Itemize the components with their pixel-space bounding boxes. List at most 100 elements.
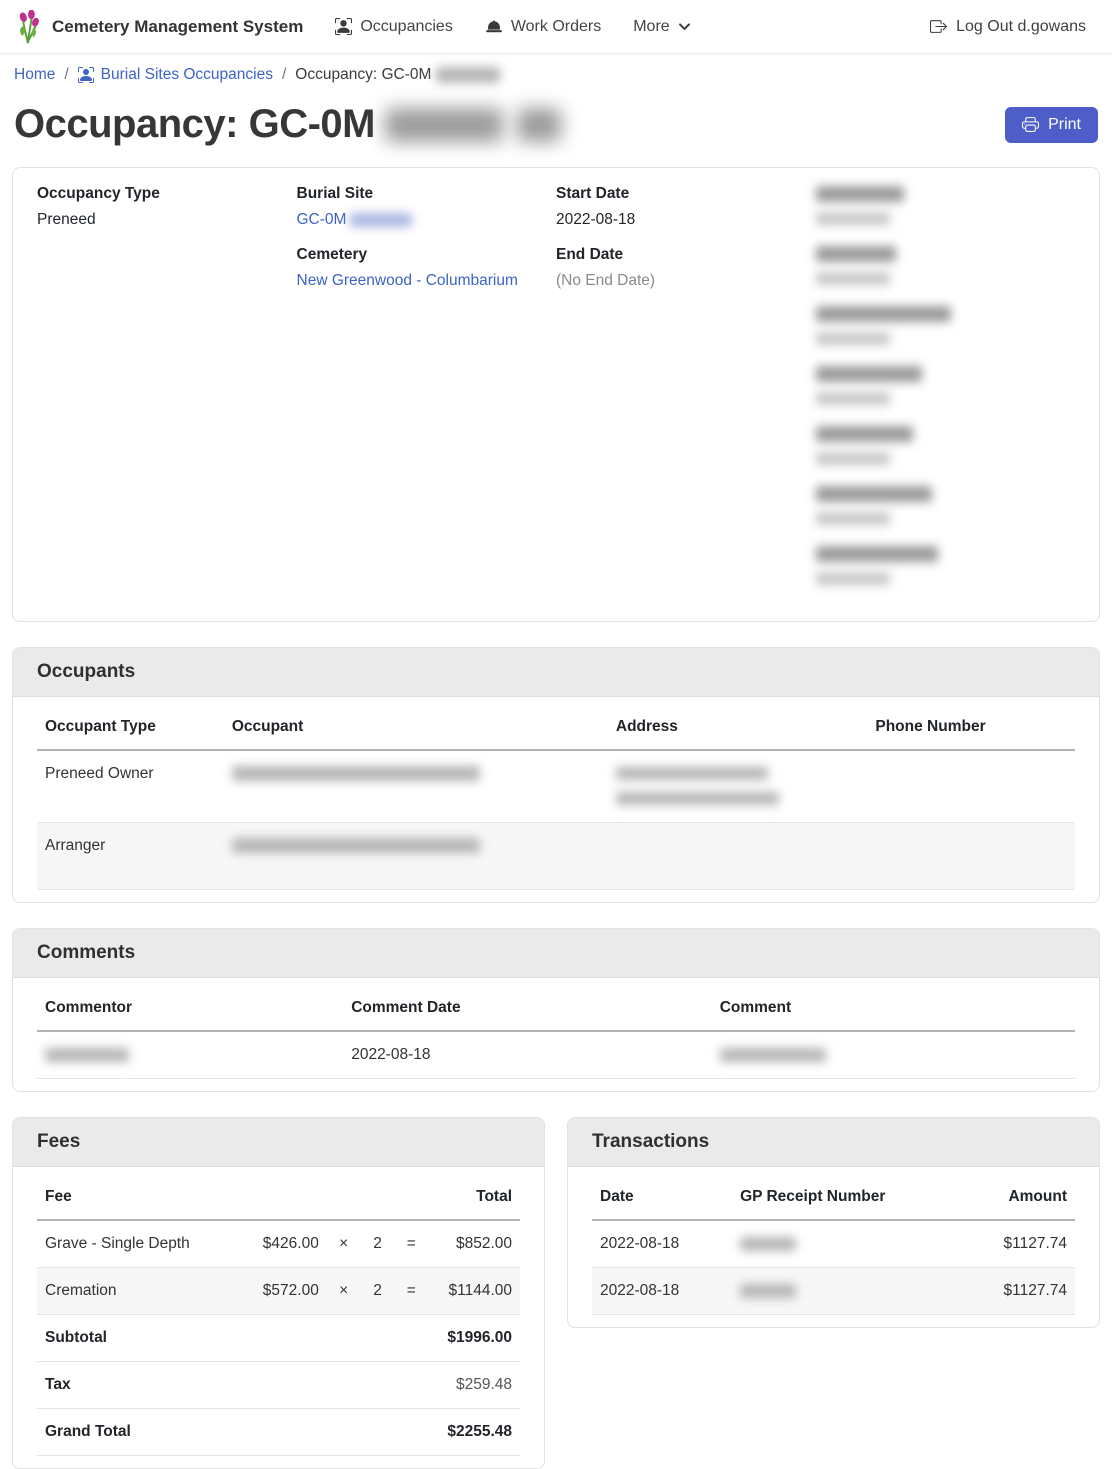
redacted-occupant-name — [232, 838, 480, 853]
redacted-value — [816, 452, 890, 465]
breadcrumb-occupancies-link[interactable]: Burial Sites Occupancies — [101, 66, 273, 84]
hard-hat-icon — [485, 18, 503, 36]
logout-icon — [930, 18, 947, 35]
redacted-text — [385, 108, 503, 142]
end-date-label: End Date — [556, 246, 816, 264]
col-header-amount: Amount — [940, 1173, 1075, 1220]
fee-equals-cell: = — [394, 1220, 428, 1268]
subtotal-row: Subtotal $1996.00 — [37, 1315, 520, 1362]
nav-item-work-orders[interactable]: Work Orders — [485, 18, 601, 36]
nav-item-more[interactable]: More — [633, 18, 690, 36]
occupancy-type-label: Occupancy Type — [37, 185, 297, 203]
breadcrumb-home-link[interactable]: Home — [14, 66, 55, 84]
transactions-section-title: Transactions — [568, 1118, 1099, 1167]
redacted-receipt-number — [740, 1237, 796, 1251]
start-date-label: Start Date — [556, 185, 816, 203]
transaction-amount-cell: $1127.74 — [940, 1220, 1075, 1268]
breadcrumb: Home / Burial Sites Occupancies / Occupa… — [12, 54, 1100, 94]
redacted-address-line — [616, 792, 779, 805]
subtotal-value: $1996.00 — [428, 1315, 520, 1362]
start-date-value: 2022-08-18 — [556, 211, 816, 229]
fees-card: Fees Fee Total Grave - Single Depth — [12, 1117, 545, 1469]
col-header-gp-receipt-number: GP Receipt Number — [732, 1173, 940, 1220]
top-navbar: Cemetery Management System Occupancies W… — [0, 0, 1112, 54]
details-col-4-redacted — [816, 185, 1076, 605]
col-header-occupant-type: Occupant Type — [37, 703, 224, 750]
redacted-value — [816, 272, 890, 285]
nav-item-occupancies[interactable]: Occupancies — [335, 18, 453, 36]
redacted-text — [350, 213, 412, 227]
fee-qty-cell: 2 — [361, 1268, 395, 1315]
person-bounding-box-icon — [78, 67, 94, 83]
transactions-table: Date GP Receipt Number Amount 2022-08-18… — [592, 1173, 1075, 1315]
details-col-3: Start Date 2022-08-18 End Date (No End D… — [556, 185, 816, 605]
fee-name-cell: Cremation — [37, 1268, 240, 1315]
fee-total-cell: $852.00 — [428, 1220, 520, 1268]
col-header-phone-number: Phone Number — [867, 703, 1075, 750]
transaction-row: 2022-08-18 $1127.74 — [592, 1220, 1075, 1268]
cemetery-link[interactable]: New Greenwood - Columbarium — [297, 272, 518, 289]
redacted-value — [816, 212, 890, 225]
redacted-comment — [720, 1048, 826, 1062]
grand-total-value: $2255.48 — [428, 1409, 520, 1456]
transaction-date-cell: 2022-08-18 — [592, 1268, 732, 1315]
fees-section-title: Fees — [13, 1118, 544, 1167]
redacted-label — [816, 366, 922, 382]
app-brand[interactable]: Cemetery Management System — [16, 10, 303, 44]
grand-total-label: Grand Total — [37, 1409, 240, 1456]
table-row: Arranger — [37, 823, 1075, 890]
tax-label: Tax — [37, 1362, 240, 1409]
comment-date-cell: 2022-08-18 — [343, 1031, 711, 1079]
app-title: Cemetery Management System — [52, 17, 303, 37]
col-header-address: Address — [608, 703, 868, 750]
redacted-label — [816, 486, 932, 502]
col-header-comment: Comment — [712, 984, 1075, 1031]
fee-qty-cell: 2 — [361, 1220, 395, 1268]
fee-times-cell: × — [327, 1268, 361, 1315]
occupants-section-title: Occupants — [13, 648, 1099, 697]
breadcrumb-separator: / — [64, 66, 68, 84]
breadcrumb-current: Occupancy: GC-0M — [295, 66, 500, 84]
occupant-type-cell: Preneed Owner — [37, 750, 224, 823]
tax-row: Tax $259.48 — [37, 1362, 520, 1409]
table-row: Preneed Owner — [37, 750, 1075, 823]
burial-site-label: Burial Site — [297, 185, 557, 203]
logout-label: Log Out d.gowans — [956, 18, 1086, 36]
redacted-text — [517, 108, 561, 142]
col-header-occupant: Occupant — [224, 703, 608, 750]
redacted-label — [816, 186, 904, 202]
fee-unit-cell: $426.00 — [240, 1220, 327, 1268]
cemetery-label: Cemetery — [297, 246, 557, 264]
print-button[interactable]: Print — [1005, 107, 1098, 143]
comments-section-title: Comments — [13, 929, 1099, 978]
table-row: 2022-08-18 — [37, 1031, 1075, 1079]
redacted-label — [816, 246, 896, 262]
fee-unit-cell: $572.00 — [240, 1268, 327, 1315]
redacted-value — [816, 332, 890, 345]
redacted-value — [816, 572, 890, 585]
col-header-comment-date: Comment Date — [343, 984, 711, 1031]
details-col-2: Burial Site GC-0M Cemetery New Greenwood… — [297, 185, 557, 605]
col-header-fee: Fee — [37, 1173, 240, 1220]
redacted-value — [816, 392, 890, 405]
phone-cell — [867, 750, 1075, 823]
col-header-commentor: Commentor — [37, 984, 343, 1031]
fee-times-cell: × — [327, 1220, 361, 1268]
bottom-two-column-row: Fees Fee Total Grave - Single Depth — [12, 1117, 1100, 1469]
redacted-occupant-name — [232, 766, 480, 781]
subtotal-label: Subtotal — [37, 1315, 240, 1362]
logout-button[interactable]: Log Out d.gowans — [930, 18, 1086, 36]
breadcrumb-separator: / — [282, 66, 286, 84]
nav-label-more: More — [633, 18, 669, 36]
fee-equals-cell: = — [394, 1268, 428, 1315]
phone-cell — [867, 823, 1075, 890]
redacted-label — [816, 426, 913, 442]
grand-total-row: Grand Total $2255.48 — [37, 1409, 520, 1456]
page-header: Occupancy: GC-0M Print — [14, 102, 1098, 147]
nav-label-work-orders: Work Orders — [511, 18, 601, 36]
comments-table: Commentor Comment Date Comment 2022-08-1… — [37, 984, 1075, 1079]
burial-site-link[interactable]: GC-0M — [297, 211, 347, 228]
transactions-card: Transactions Date GP Receipt Number Amou… — [567, 1117, 1100, 1328]
fee-row: Grave - Single Depth $426.00 × 2 = $852.… — [37, 1220, 520, 1268]
occupants-card: Occupants Occupant Type Occupant Address… — [12, 647, 1100, 903]
